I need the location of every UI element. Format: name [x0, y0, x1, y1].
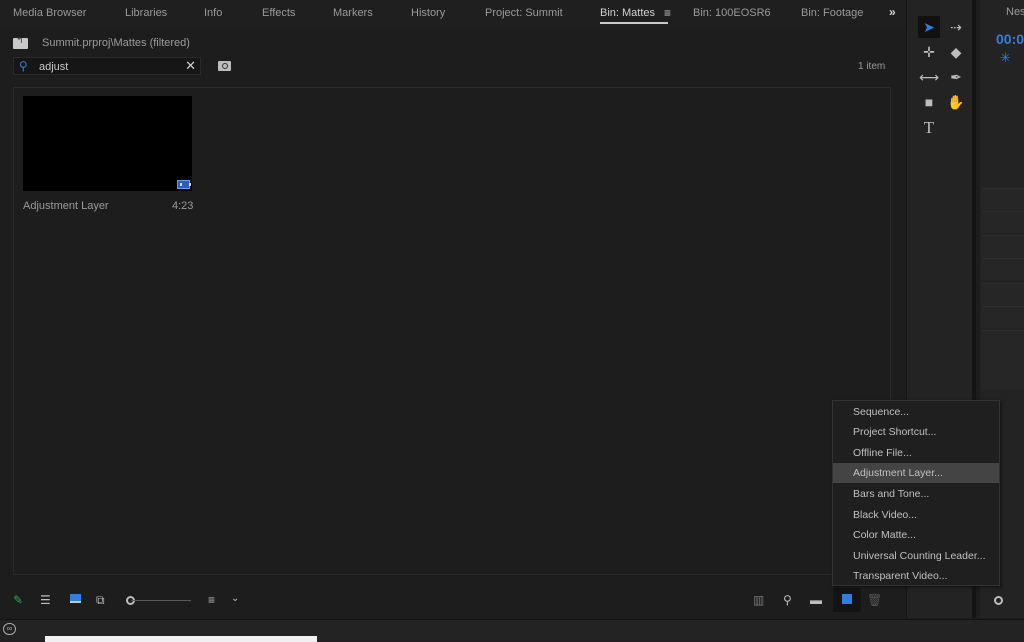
timeline-tab[interactable]: Nes	[1006, 6, 1024, 18]
tab-libraries[interactable]: Libraries	[125, 7, 167, 19]
new-bin-icon[interactable]: ▬	[810, 593, 822, 607]
list-view-icon[interactable]: ☰	[40, 593, 51, 607]
search-input[interactable]	[39, 59, 179, 74]
menu-item-universal-counting-leader[interactable]: Universal Counting Leader...	[833, 546, 999, 566]
menu-item-transparent-video[interactable]: Transparent Video...	[833, 566, 999, 586]
track-row[interactable]	[982, 235, 1024, 257]
menu-item-project-shortcut[interactable]: Project Shortcut...	[833, 422, 999, 442]
track-row[interactable]	[982, 188, 1024, 210]
clip-thumbnail[interactable]	[23, 96, 192, 191]
create-search-bin-icon[interactable]	[218, 61, 231, 71]
hand-tool-icon[interactable]: ✋	[945, 91, 967, 113]
tab-bin-100eosr6[interactable]: Bin: 100EOSR6	[693, 7, 771, 19]
clip-duration: 4:23	[172, 200, 194, 212]
tab-history[interactable]: History	[411, 7, 445, 19]
tab-bin-mattes[interactable]: Bin: Mattes	[600, 7, 655, 19]
clear-search-icon[interactable]: ✕	[185, 58, 196, 74]
menu-item-bars-and-tone[interactable]: Bars and Tone...	[833, 484, 999, 504]
type-tool-icon[interactable]: T	[918, 117, 940, 139]
creative-cloud-icon[interactable]: ∞	[3, 623, 16, 635]
snap-icon[interactable]: ✳	[1000, 50, 1011, 66]
search-icon[interactable]: ⚲	[19, 59, 28, 73]
find-icon[interactable]: ⚲	[783, 593, 792, 607]
panel-tab-bar: Media Browser Libraries Info Effects Mar…	[0, 0, 906, 28]
sort-icons-icon[interactable]: ≡	[208, 593, 215, 607]
new-item-button[interactable]	[833, 588, 861, 612]
status-text-field	[45, 636, 317, 642]
timecode-display[interactable]: 00:0	[996, 31, 1024, 47]
automate-to-sequence-icon[interactable]: ▥	[753, 593, 764, 607]
clip-name[interactable]: Adjustment Layer	[23, 200, 109, 212]
panel-menu-icon[interactable]: ≡	[664, 6, 671, 20]
slip-tool-icon[interactable]: ⟷	[918, 66, 940, 88]
tab-project-summit[interactable]: Project: Summit	[485, 7, 563, 19]
timeline-zoom-handle[interactable]	[994, 596, 1003, 605]
zoom-slider-track[interactable]	[131, 600, 191, 601]
tab-bin-footage[interactable]: Bin: Footage	[801, 7, 863, 19]
track-row[interactable]	[982, 306, 1024, 328]
search-box: ⚲ ✕	[13, 57, 201, 75]
menu-item-offline-file[interactable]: Offline File...	[833, 443, 999, 463]
pen-tool-icon[interactable]: ✒	[945, 66, 967, 88]
track-row[interactable]	[982, 330, 1024, 390]
icon-view-icon[interactable]	[70, 594, 81, 603]
menu-item-black-video[interactable]: Black Video...	[833, 505, 999, 525]
menu-item-sequence[interactable]: Sequence...	[833, 402, 999, 422]
status-bar: ∞	[0, 619, 1024, 642]
menu-item-color-matte[interactable]: Color Matte...	[833, 525, 999, 545]
active-tab-indicator	[600, 22, 668, 24]
parent-folder-icon[interactable]	[13, 35, 28, 49]
tab-markers[interactable]: Markers	[333, 7, 373, 19]
track-row[interactable]	[982, 283, 1024, 305]
track-row[interactable]	[982, 258, 1024, 280]
item-count: 1 item	[858, 61, 886, 72]
tab-effects[interactable]: Effects	[262, 7, 295, 19]
chevron-down-icon[interactable]: ⌄	[231, 593, 239, 604]
selection-tool-icon[interactable]: ➤	[918, 16, 940, 38]
project-bottom-toolbar: ✎ ☰ ⧉ ≡ ⌄ ▥ ⚲ ▬ 🗑	[0, 588, 904, 614]
new-item-menu: Sequence... Project Shortcut... Offline …	[832, 400, 1000, 586]
trash-icon[interactable]: 🗑	[867, 593, 882, 607]
track-select-forward-tool-icon[interactable]: ⇢	[945, 16, 967, 38]
tab-media-browser[interactable]: Media Browser	[13, 7, 86, 19]
write-protect-pencil-icon[interactable]: ✎	[13, 593, 23, 607]
new-item-icon	[842, 594, 852, 604]
bin-path-text: Summit.prproj\Mattes (filtered)	[42, 37, 190, 49]
freeform-view-icon[interactable]: ⧉	[96, 593, 105, 608]
video-clip-icon	[177, 180, 191, 189]
tab-overflow-icon[interactable]: »	[889, 5, 896, 19]
rectangle-tool-icon[interactable]: ■	[918, 91, 940, 113]
track-row[interactable]	[982, 211, 1024, 233]
ripple-edit-tool-icon[interactable]: ✛	[918, 41, 940, 63]
bin-path: Summit.prproj\Mattes (filtered)	[13, 35, 190, 51]
tab-info[interactable]: Info	[204, 7, 222, 19]
menu-item-adjustment-layer[interactable]: Adjustment Layer...	[833, 463, 999, 483]
razor-tool-icon[interactable]: ◆	[945, 41, 967, 63]
